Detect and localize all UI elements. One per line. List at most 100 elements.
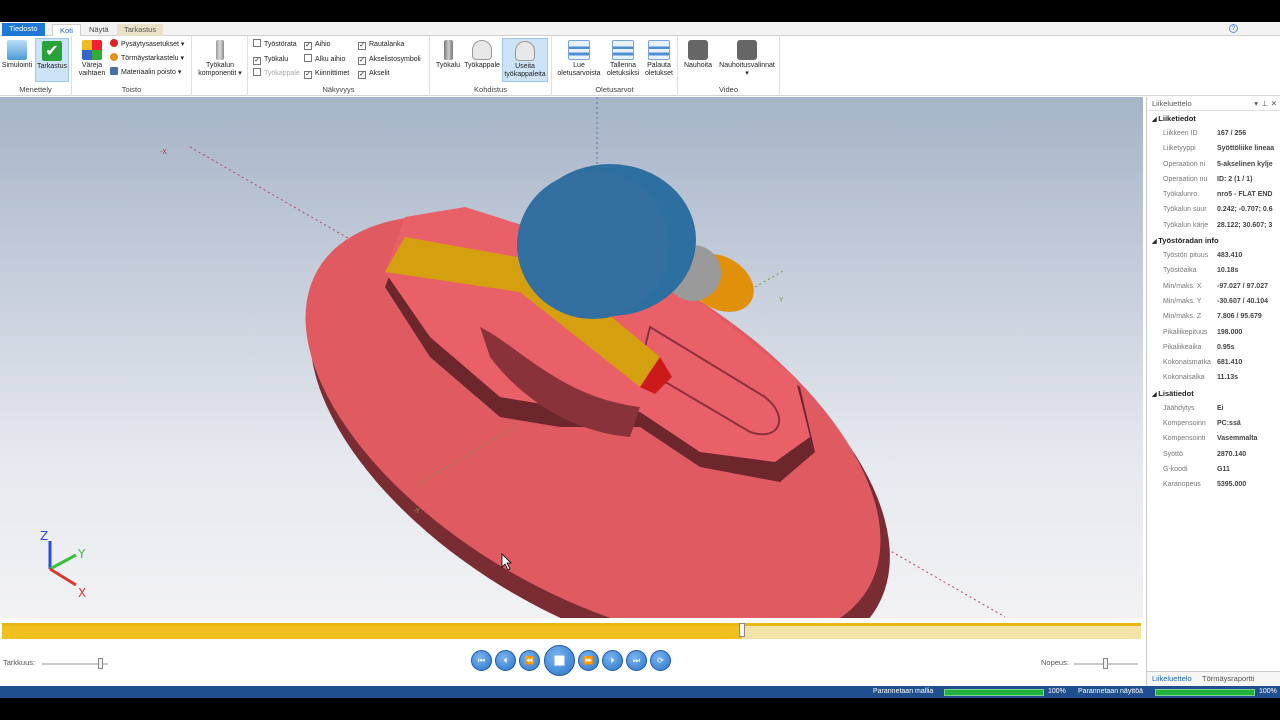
tab-home[interactable]: Koti [52, 24, 81, 36]
property-row[interactable]: Karanopeus 5395.000 [1147, 477, 1280, 492]
checkbox-checked-icon[interactable]: ✓ [304, 71, 312, 79]
group-label-procedure: Menettely [19, 85, 52, 94]
tab-inspection[interactable]: Tarkastus [117, 24, 164, 36]
property-row[interactable]: Työkalunro. nro5 - FLAT END [1147, 187, 1280, 202]
simulation-viewport[interactable]: -X Y -Y Z Y X [0, 97, 1143, 618]
stop-settings-label: Pysäytysasetukset [121, 41, 179, 48]
stop-settings-button[interactable]: Pysäytysasetukset ▾ [110, 39, 184, 51]
property-row[interactable]: Min/maks. X -97.027 / 97.027 [1147, 279, 1280, 294]
checkbox-unchecked-icon[interactable] [253, 68, 261, 76]
collision-check-button[interactable]: Törmäystarkastelu ▾ [110, 53, 184, 65]
record-options-label: Nauhoitusvalinnat [719, 62, 775, 69]
save-defaults-button[interactable]: Tallenna oletuksiksi [604, 38, 642, 82]
property-key: Työkalun kärje [1163, 221, 1209, 229]
pin-icon[interactable]: ⊥ [1261, 97, 1268, 111]
multiple-workpieces-button[interactable]: Useita työkappaleita [502, 38, 548, 82]
close-icon[interactable]: ✕ [1271, 97, 1277, 111]
checkbox-checked-icon[interactable]: ✓ [253, 56, 261, 65]
property-row[interactable]: G-koodi G11 [1147, 462, 1280, 477]
group-playback: Väreja vaihtaen Pysäytysasetukset ▾ Törm… [72, 36, 192, 96]
play-button[interactable]: ⏩ [578, 650, 599, 671]
next-step-button[interactable]: ⏵ [602, 650, 623, 671]
property-row[interactable]: Operaation ni 5-akselinen kylje [1147, 157, 1280, 172]
property-row[interactable]: Syöttö 2870.140 [1147, 447, 1280, 462]
accuracy-slider[interactable] [42, 658, 108, 669]
panel-title-bar: Liikeluettelo ▾ ⊥ ✕ [1147, 97, 1280, 111]
stop-button[interactable]: ■ [544, 645, 575, 676]
section-header[interactable]: ◢ Liiketiedot [1147, 111, 1280, 126]
property-row[interactable]: Pikaliikeaika 0.95s [1147, 340, 1280, 355]
visibility-checkbox-col1-0[interactable]: Työstörata [253, 39, 297, 51]
checkbox-checked-icon[interactable]: ✓ [358, 71, 366, 79]
triad-label-y: Y [77, 547, 86, 561]
tool-components-button[interactable]: Työkalun komponentit ▾ [196, 38, 244, 82]
property-row[interactable]: Työstöaika 10.18s [1147, 263, 1280, 278]
property-row[interactable]: Liiketyyppi Syöttöliike lineaa [1147, 141, 1280, 156]
last-button[interactable]: ⏭ [626, 650, 647, 671]
simulate-button[interactable]: Simulointi [0, 38, 34, 82]
focus-tool-button[interactable]: Työkalu [432, 38, 464, 82]
visibility-checkbox-col3-2[interactable]: ✓ Akselit [358, 68, 390, 80]
property-row[interactable]: Min/maks. Y -30.607 / 40.104 [1147, 294, 1280, 309]
checkbox-unchecked-icon[interactable] [304, 53, 312, 62]
visibility-checkbox-col2-0[interactable]: ✓ Aihio [304, 39, 331, 51]
visibility-checkbox-col2-2[interactable]: ✓ Kiinnittimet [304, 68, 349, 80]
prev-step-button[interactable]: ⏴ [495, 650, 516, 671]
restore-defaults-button[interactable]: Palauta oletukset [642, 38, 676, 82]
triad-y-arrow [49, 553, 77, 571]
tab-motion-list[interactable]: Liikeluettelo [1152, 674, 1192, 683]
panel-dropdown-icon[interactable]: ▾ [1254, 97, 1258, 111]
help-icon[interactable]: ? [1229, 24, 1238, 33]
speed-slider[interactable] [1074, 658, 1138, 669]
focus-workpiece-button[interactable]: Työkappale [464, 38, 500, 82]
visibility-checkbox-col1-2[interactable]: Työkappale [253, 68, 300, 80]
stop-square-icon: ■ [553, 653, 566, 668]
property-row[interactable]: Kokonaismatka 681.410 [1147, 355, 1280, 370]
property-value: 11.13s [1217, 374, 1239, 382]
playback-controls: Tarkkuus: ⏮ ⏴ ⏪ ■ ⏩ ⏵ ⏭ ⟳ Nopeus: [0, 640, 1143, 686]
save-defaults-icon [612, 40, 634, 60]
property-row[interactable]: Liikkeen ID 167 / 256 [1147, 126, 1280, 141]
property-row[interactable]: Kokonaisaika 11.13s [1147, 370, 1280, 385]
tab-view[interactable]: Näytä [82, 24, 116, 36]
property-value: 167 / 256 [1217, 130, 1247, 137]
property-row[interactable]: Kompensointi Vasemmalta [1147, 431, 1280, 446]
property-row[interactable]: Työstön pituus 483.410 [1147, 248, 1280, 263]
read-defaults-button[interactable]: Lue oletusarvoista [554, 38, 604, 82]
section-header[interactable]: ◢ Työstöradan info [1147, 233, 1280, 249]
property-row[interactable]: Min/maks. Z 7.806 / 95.679 [1147, 309, 1280, 324]
visibility-checkbox-col1-1[interactable]: ✓ Työkalu [253, 54, 288, 66]
checkbox-checked-icon[interactable]: ✓ [304, 42, 312, 50]
ribbon: Simulointi ✔ Tarkastus Menettely Väreja … [0, 36, 1280, 96]
material-removal-button[interactable]: Materiaalin poisto ▾ [110, 67, 181, 79]
simulate-icon [7, 40, 27, 60]
record-options-button[interactable]: Nauhoitusvalinnat ▾ [716, 38, 778, 82]
inspect-button[interactable]: ✔ Tarkastus [35, 38, 69, 82]
timeline-slider[interactable] [2, 623, 1141, 639]
first-button[interactable]: ⏮ [471, 650, 492, 671]
color-change-button[interactable]: Väreja vaihtaen [75, 38, 109, 82]
property-row[interactable]: Työkalun kärje 28.122; 30.607; 3 [1147, 218, 1280, 233]
tool-holder-icon [216, 40, 224, 60]
visibility-checkbox-col3-0[interactable]: ✓ Rautalanka [358, 39, 404, 51]
checkbox-checked-icon[interactable]: ✓ [358, 42, 366, 50]
tab-file[interactable]: Tiedosto [2, 23, 45, 36]
checkbox-checked-icon[interactable]: ✓ [358, 56, 366, 65]
section-header[interactable]: ◢ Lisätiedot [1147, 385, 1280, 401]
property-row[interactable]: Pikaliikepituus 198.000 [1147, 325, 1280, 340]
checkbox-unchecked-icon[interactable] [253, 39, 261, 47]
property-value: 10.18s [1217, 267, 1239, 275]
tab-collision-report[interactable]: Törmäysraportti [1202, 674, 1255, 683]
property-row[interactable]: Operaation nu ID: 2 (1 / 1) [1147, 172, 1280, 187]
property-row[interactable]: Työkalun suur 0.242; -0.707; 0.6 [1147, 202, 1280, 217]
record-button[interactable]: Nauhoita [680, 38, 716, 82]
loop-button[interactable]: ⟳ [650, 650, 671, 671]
accuracy-thumb[interactable] [98, 658, 103, 669]
visibility-checkbox-col2-1[interactable]: Alku aihio [304, 53, 345, 66]
timeline-thumb[interactable] [739, 623, 746, 637]
property-row[interactable]: Kompensoinn PC:ssä [1147, 416, 1280, 431]
speed-thumb[interactable] [1103, 658, 1108, 669]
rewind-button[interactable]: ⏪ [519, 650, 540, 671]
property-row[interactable]: Jäähdytys Ei [1147, 401, 1280, 416]
visibility-checkbox-col3-1[interactable]: ✓ Akselistosymboli [358, 54, 421, 66]
